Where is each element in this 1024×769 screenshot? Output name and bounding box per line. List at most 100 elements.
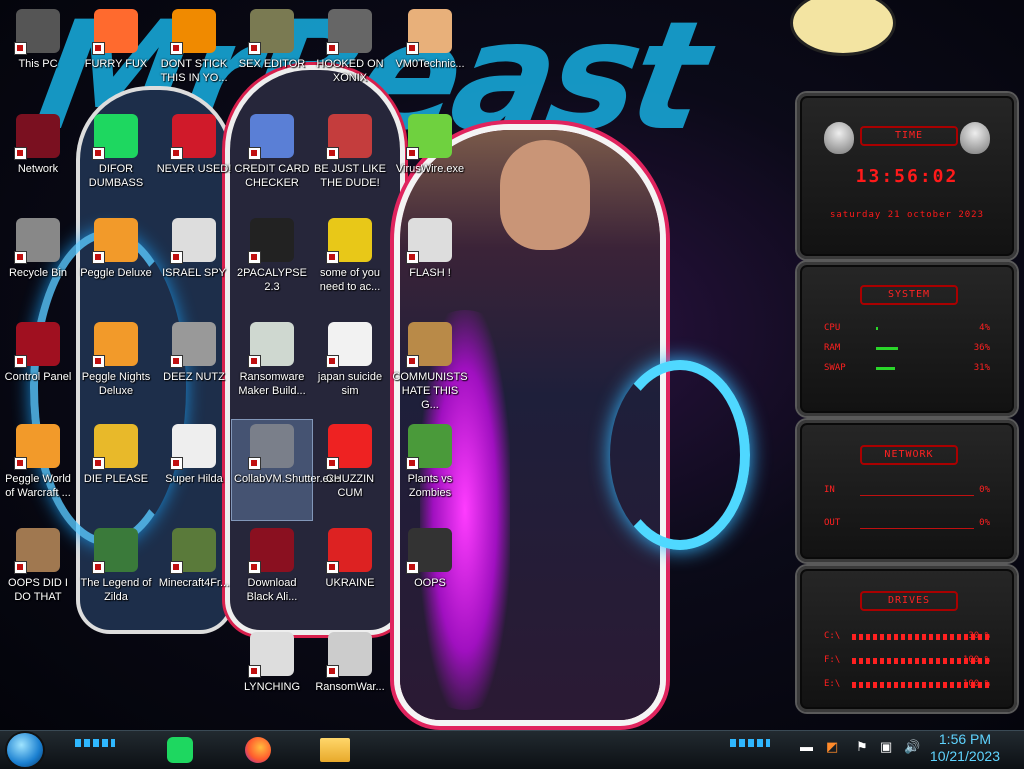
desktop-icon-terminal[interactable]: 2PACALYPSE 2.3	[232, 214, 312, 314]
desktop-icon-computer[interactable]: This PC	[0, 5, 78, 105]
flag-icon[interactable]: ⚑	[856, 739, 868, 755]
shortcut-arrow-icon	[14, 457, 27, 470]
portrait-icon	[14, 528, 60, 574]
network-out-value: 0%	[979, 518, 990, 528]
minecraft-icon	[170, 528, 216, 574]
desktop-icon-label: ISRAEL SPY	[162, 267, 226, 279]
desktop-icon-discord[interactable]: DIFOR DUMBASS	[76, 110, 156, 210]
desktop-icon-minecraft[interactable]: Minecraft4Fr...	[154, 524, 234, 624]
desktop-icon-money-bag[interactable]: COMMUNISTS HATE THIS G...	[390, 318, 470, 418]
shortcut-arrow-icon	[406, 42, 419, 55]
desktop-icon-zelda[interactable]: The Legend of Zilda	[76, 524, 156, 624]
desktop-icon-control-panel[interactable]: Control Panel	[0, 318, 78, 418]
desktop-icon-skull[interactable]: RansomWar...	[310, 628, 390, 728]
desktop-icon-vlc[interactable]: DONT STICK THIS IN YO...	[154, 5, 234, 105]
network-tray-icon[interactable]: ▣	[880, 739, 892, 755]
desktop-icon-label: NEVER USED!	[156, 163, 232, 175]
shortcut-arrow-icon	[170, 355, 183, 368]
desktop-icon-firefox[interactable]: FURRY FUX	[76, 5, 156, 105]
desktop-icon-doctor[interactable]: VM0Technic...	[390, 5, 470, 105]
desktop-icon-chuzzle[interactable]: CHUZZIN CUM	[310, 420, 390, 520]
desktop-icon-lime[interactable]: VirusWire.exe	[390, 110, 470, 210]
shortcut-arrow-icon	[406, 147, 419, 160]
network-in-graph	[860, 495, 974, 496]
desktop-icon-peggle[interactable]: Peggle Deluxe	[76, 214, 156, 314]
desktop-icon-rope[interactable]: LYNCHING	[232, 628, 312, 728]
system-usage-bar	[876, 367, 895, 370]
desktop-icon-peggle-wow[interactable]: Peggle World of Warcraft ...	[0, 420, 78, 520]
desktop-icon-plant[interactable]: Plants vs Zombies	[390, 420, 470, 520]
firefox-icon	[92, 9, 138, 55]
desktop-icon-credit-card[interactable]: CREDIT CARD CHECKER	[232, 110, 312, 210]
desktop-icon-radiation[interactable]: UKRAINE	[310, 524, 390, 624]
shortcut-arrow-icon	[248, 561, 261, 574]
time-widget[interactable]: TIME 13:56:02 saturday 21 october 2023	[797, 93, 1017, 259]
shortcut-arrow-icon	[248, 42, 261, 55]
spotify-taskbar-button[interactable]	[160, 733, 200, 767]
network-in-label: IN	[824, 485, 835, 495]
desktop-icon-flash[interactable]: FLASH !	[390, 214, 470, 314]
desktop-icon-santa[interactable]: BE JUST LIKE THE DUDE!	[310, 110, 390, 210]
desktop-icon-pixel[interactable]: Super Hilda	[154, 420, 234, 520]
xonix-icon	[326, 9, 372, 55]
firefox-taskbar-button[interactable]	[238, 733, 278, 767]
drive-row: E:\ 100 %	[824, 679, 992, 691]
desktop-icon-label: Peggle Deluxe	[80, 267, 152, 279]
shortcut-arrow-icon	[14, 251, 27, 264]
system-widget[interactable]: SYSTEM CPU 4% RAM 36% SWAP 31%	[797, 262, 1017, 416]
spy-icon	[170, 218, 216, 264]
taskbar-decoration	[730, 739, 770, 747]
shortcut-arrow-icon	[170, 561, 183, 574]
desktop-icon-portrait[interactable]: OOPS DID I DO THAT	[0, 524, 78, 624]
system-row-value: 4%	[979, 323, 990, 333]
shortcut-arrow-icon	[406, 355, 419, 368]
desktop-icon-beaver[interactable]: some of you need to ac...	[310, 214, 390, 314]
desktop-icon-network[interactable]: Network	[0, 110, 78, 210]
app-tray-icon[interactable]: ◩	[826, 739, 838, 755]
volume-icon[interactable]: 🔊	[904, 739, 920, 755]
drive-label: E:\	[824, 679, 841, 689]
desktop-icon-xonix[interactable]: HOOKED ON XONIX	[310, 5, 390, 105]
desktop-icon-windows-stack[interactable]: DEEZ NUTZ	[154, 318, 234, 418]
desktop-icon-dreamweaver[interactable]: DIE PLEASE	[76, 420, 156, 520]
network-icon	[14, 114, 60, 160]
drive-row: C:\ 30 %	[824, 631, 992, 643]
drive-row: F:\ 100 %	[824, 655, 992, 667]
money-bag-icon	[406, 322, 452, 368]
network-widget[interactable]: NETWORK IN 0% OUT 0%	[797, 420, 1017, 562]
drives-widget[interactable]: DRIVES C:\ 30 % F:\ 100 % E:\ 100 %	[797, 566, 1017, 712]
file-explorer-taskbar-button[interactable]	[315, 733, 355, 767]
show-hidden-icons-icon[interactable]: ▬	[800, 739, 813, 754]
chuzzle-icon	[326, 424, 372, 470]
desktop-icon-document[interactable]: japan suicide sim	[310, 318, 390, 418]
system-row-ram: RAM 36%	[824, 343, 990, 355]
drive-value: 100 %	[962, 655, 990, 665]
desktop-icon-dev[interactable]: NEVER USED!	[154, 110, 234, 210]
desktop-icon-label: Peggle Nights Deluxe	[81, 371, 151, 397]
alien-icon	[248, 528, 294, 574]
shortcut-arrow-icon	[92, 42, 105, 55]
desktop-icon-alien[interactable]: Download Black Ali...	[232, 524, 312, 624]
system-row-cpu: CPU 4%	[824, 323, 990, 335]
desktop-icon-monitor[interactable]: CollabVM.Shutter.exe	[231, 419, 340, 521]
shortcut-arrow-icon	[92, 355, 105, 368]
rope-icon	[248, 632, 294, 678]
desktop-icon-oops[interactable]: OOPS	[390, 524, 470, 624]
desktop-icon-hxd[interactable]: SEX EDITOR	[232, 5, 312, 105]
desktop-icon-recycle-bin[interactable]: Recycle Bin	[0, 214, 78, 314]
shortcut-arrow-icon	[170, 251, 183, 264]
desktop-icon-spy[interactable]: ISRAEL SPY	[154, 214, 234, 314]
desktop-icon-label: FLASH !	[409, 267, 451, 279]
shortcut-arrow-icon	[248, 665, 261, 678]
wallpaper-figure-head	[500, 140, 590, 250]
shortcut-arrow-icon	[248, 457, 261, 470]
desktop-icon-app-window[interactable]: Ransomware Maker Build...	[232, 318, 312, 418]
desktop-icon-label: Network	[17, 163, 59, 175]
desktop-icon-peggle-nights[interactable]: Peggle Nights Deluxe	[76, 318, 156, 418]
start-button[interactable]	[7, 733, 43, 767]
taskbar-clock[interactable]: 1:56 PM 10/21/2023	[930, 731, 1000, 765]
shortcut-arrow-icon	[326, 251, 339, 264]
zelda-icon	[92, 528, 138, 574]
system-usage-bar	[876, 347, 898, 350]
desktop-icon-label: Ransomware Maker Build...	[238, 371, 306, 397]
